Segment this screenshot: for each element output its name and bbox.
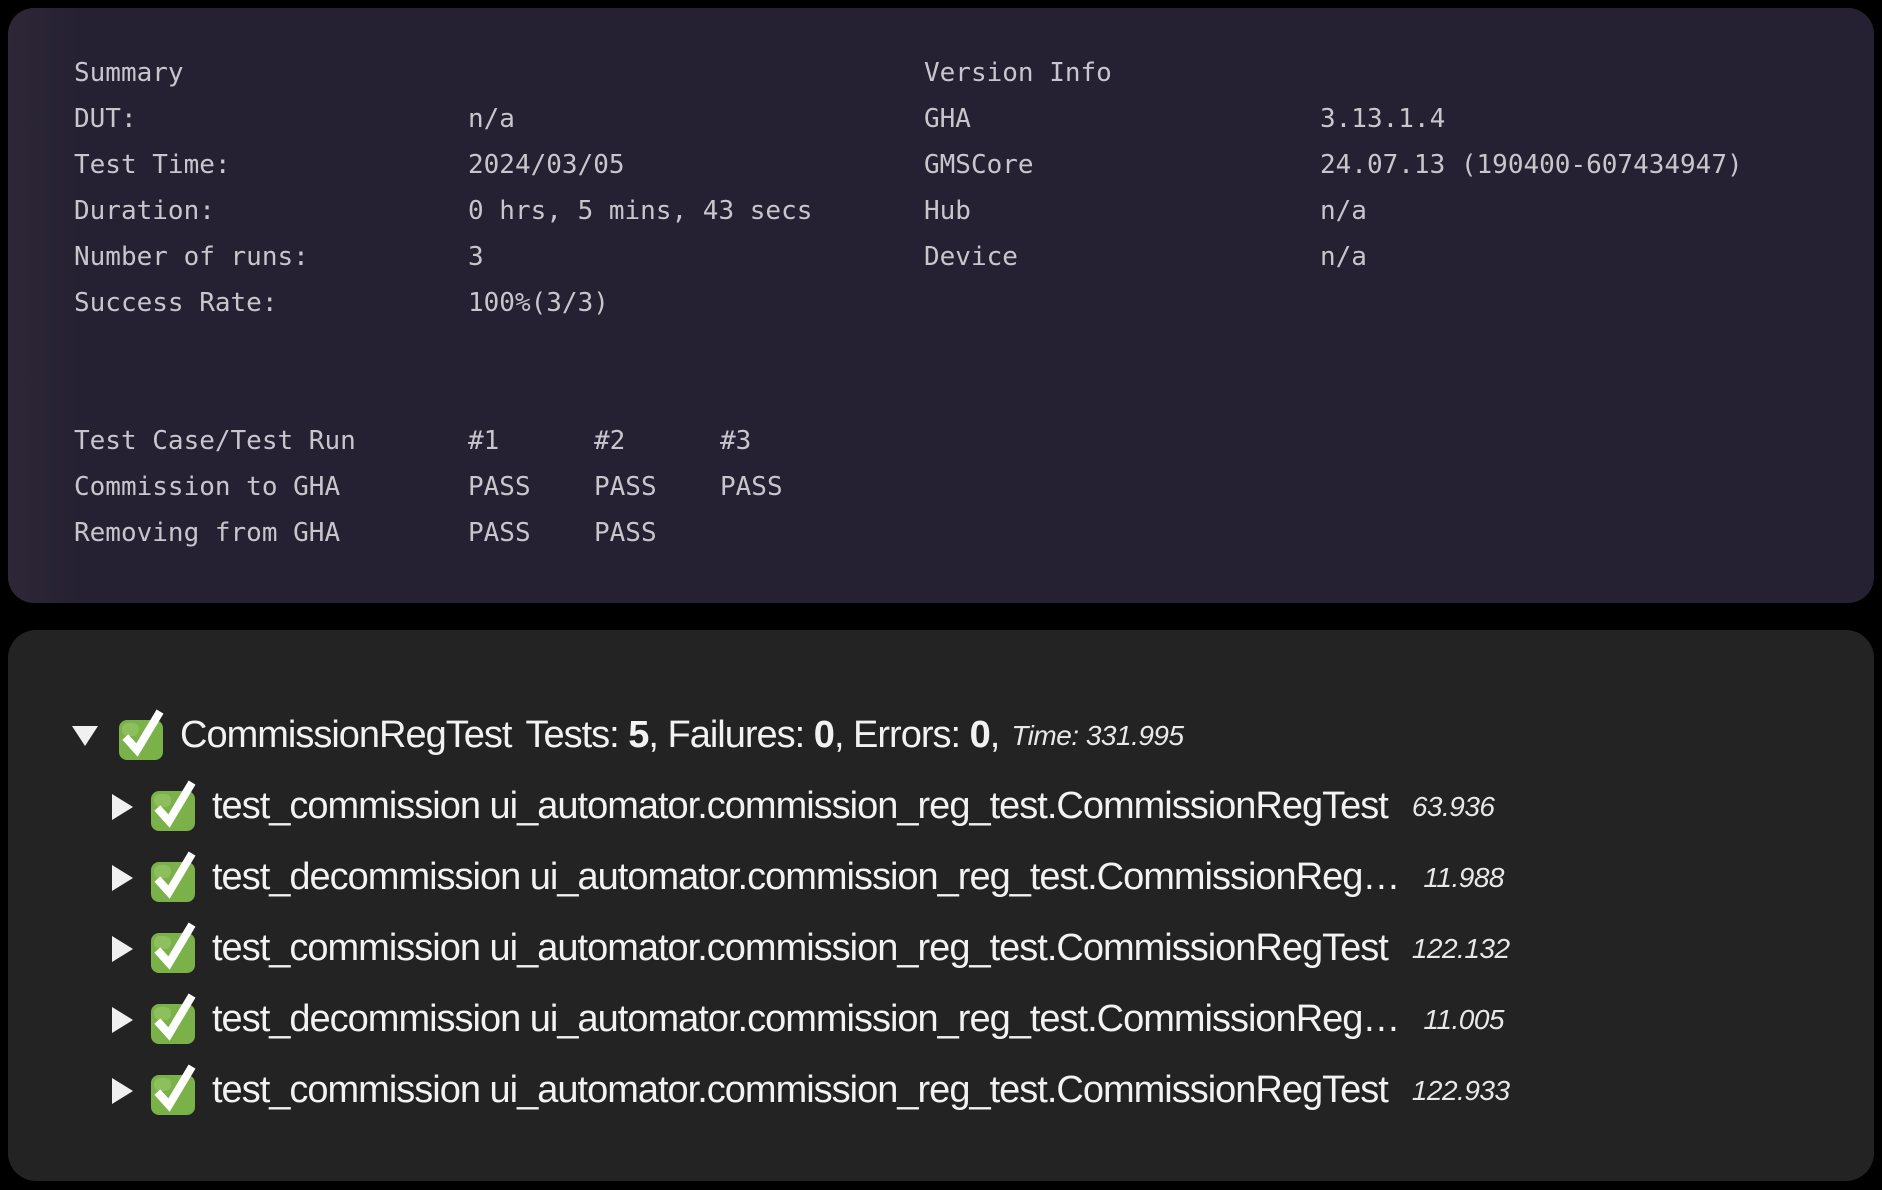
- test-name: test_decommission ui_automator.commissio…: [212, 856, 1399, 899]
- pass-check-icon: [149, 854, 197, 904]
- run-result: PASS: [594, 464, 720, 510]
- test-time: 11.988: [1423, 862, 1504, 894]
- run-table-row-commission: Commission to GHA PASS PASS PASS: [74, 464, 846, 510]
- version-row-device: Device n/a: [924, 234, 1743, 280]
- summary-value: 2024/03/05: [468, 142, 625, 188]
- spacer: [74, 326, 846, 418]
- run-header-3: #3: [720, 418, 846, 464]
- summary-row-duration: Duration: 0 hrs, 5 mins, 43 secs: [74, 188, 846, 234]
- failures-label: , Failures:: [648, 714, 813, 756]
- suite-stats: Tests: 5, Failures: 0, Errors: 0,: [525, 714, 999, 757]
- run-table-row-removing: Removing from GHA PASS PASS: [74, 510, 846, 556]
- test-name: test_commission ui_automator.commission_…: [212, 1069, 1388, 1112]
- pass-check-icon: [149, 925, 197, 975]
- errors-count: 0: [970, 714, 990, 756]
- run-result: PASS: [468, 510, 594, 556]
- summary-row-test-time: Test Time: 2024/03/05: [74, 142, 846, 188]
- version-row-gmscore: GMSCore 24.07.13 (190400-607434947): [924, 142, 1743, 188]
- test-results-panel: CommissionRegTest Tests: 5, Failures: 0,…: [8, 630, 1874, 1181]
- suite-time: Time: 331.995: [1011, 720, 1183, 752]
- test-case-row[interactable]: test_commission ui_automator.commission_…: [8, 771, 1874, 842]
- version-value: n/a: [1320, 234, 1367, 280]
- version-row-gha: GHA 3.13.1.4: [924, 96, 1743, 142]
- summary-column: Summary DUT: n/a Test Time: 2024/03/05 D…: [74, 50, 846, 556]
- summary-label: Test Time:: [74, 142, 468, 188]
- test-case-row[interactable]: test_decommission ui_automator.commissio…: [8, 984, 1874, 1055]
- summary-row-number-of-runs: Number of runs: 3: [74, 234, 846, 280]
- tests-count: 5: [628, 714, 648, 756]
- version-info-title-row: Version Info: [924, 50, 1743, 96]
- test-name: test_decommission ui_automator.commissio…: [212, 998, 1399, 1041]
- tests-label: Tests:: [525, 714, 628, 756]
- failures-count: 0: [814, 714, 834, 756]
- test-name: test_commission ui_automator.commission_…: [212, 927, 1388, 970]
- summary-row-dut: DUT: n/a: [74, 96, 846, 142]
- run-result: PASS: [720, 464, 846, 510]
- expand-triangle-icon[interactable]: [112, 936, 133, 962]
- comma: ,: [990, 714, 1000, 756]
- test-name: test_commission ui_automator.commission_…: [212, 785, 1388, 828]
- run-table-header-label: Test Case/Test Run: [74, 418, 468, 464]
- pass-check-icon: [149, 1067, 197, 1117]
- test-time: 122.132: [1412, 933, 1510, 965]
- summary-title: Summary: [74, 50, 184, 96]
- test-case-row[interactable]: test_commission ui_automator.commission_…: [8, 1055, 1874, 1126]
- version-label: GMSCore: [924, 142, 1320, 188]
- run-header-1: #1: [468, 418, 594, 464]
- pass-check-icon: [117, 712, 165, 762]
- version-label: Device: [924, 234, 1320, 280]
- summary-label: DUT:: [74, 96, 468, 142]
- suite-row[interactable]: CommissionRegTest Tests: 5, Failures: 0,…: [8, 700, 1874, 771]
- run-result: PASS: [594, 510, 720, 556]
- summary-label: Success Rate:: [74, 280, 468, 326]
- summary-title-row: Summary: [74, 50, 846, 96]
- summary-value: 100%(3/3): [468, 280, 609, 326]
- version-info-column: Version Info GHA 3.13.1.4 GMSCore 24.07.…: [924, 50, 1743, 280]
- pass-check-icon: [149, 783, 197, 833]
- version-label: Hub: [924, 188, 1320, 234]
- expand-triangle-icon[interactable]: [112, 1007, 133, 1033]
- summary-label: Duration:: [74, 188, 468, 234]
- expand-triangle-icon[interactable]: [112, 1078, 133, 1104]
- version-value: 24.07.13 (190400-607434947): [1320, 142, 1743, 188]
- test-time: 11.005: [1423, 1004, 1504, 1036]
- version-value: n/a: [1320, 188, 1367, 234]
- summary-value: n/a: [468, 96, 515, 142]
- run-result: PASS: [468, 464, 594, 510]
- run-table-header-row: Test Case/Test Run #1 #2 #3: [74, 418, 846, 464]
- expand-triangle-icon[interactable]: [112, 865, 133, 891]
- suite-name: CommissionRegTest: [180, 714, 511, 757]
- summary-label: Number of runs:: [74, 234, 468, 280]
- collapse-triangle-icon[interactable]: [72, 726, 98, 746]
- expand-triangle-icon[interactable]: [112, 794, 133, 820]
- run-row-name: Commission to GHA: [74, 464, 468, 510]
- report-screen: Summary DUT: n/a Test Time: 2024/03/05 D…: [0, 0, 1882, 1190]
- pass-check-icon: [149, 996, 197, 1046]
- run-header-2: #2: [594, 418, 720, 464]
- errors-label: , Errors:: [834, 714, 970, 756]
- summary-value: 0 hrs, 5 mins, 43 secs: [468, 188, 812, 234]
- test-time: 63.936: [1412, 791, 1495, 823]
- run-result: [720, 510, 846, 556]
- version-label: GHA: [924, 96, 1320, 142]
- version-value: 3.13.1.4: [1320, 96, 1445, 142]
- version-row-hub: Hub n/a: [924, 188, 1743, 234]
- run-row-name: Removing from GHA: [74, 510, 468, 556]
- test-case-row[interactable]: test_commission ui_automator.commission_…: [8, 913, 1874, 984]
- version-info-title: Version Info: [924, 50, 1112, 96]
- test-case-row[interactable]: test_decommission ui_automator.commissio…: [8, 842, 1874, 913]
- summary-value: 3: [468, 234, 484, 280]
- summary-row-success-rate: Success Rate: 100%(3/3): [74, 280, 846, 326]
- summary-panel: Summary DUT: n/a Test Time: 2024/03/05 D…: [8, 8, 1874, 603]
- test-time: 122.933: [1412, 1075, 1510, 1107]
